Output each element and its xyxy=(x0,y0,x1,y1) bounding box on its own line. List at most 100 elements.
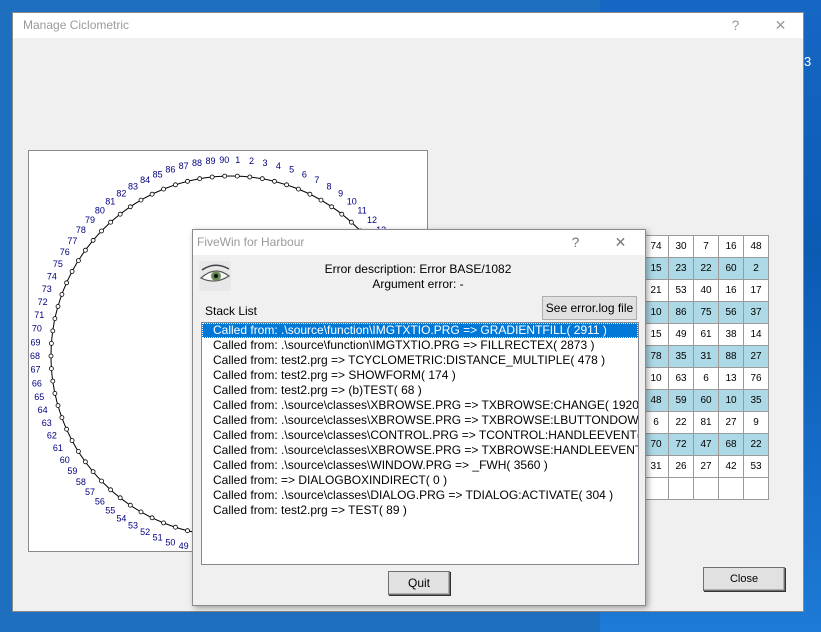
grid-cell[interactable]: 31 xyxy=(693,345,719,368)
grid-cell[interactable] xyxy=(718,477,744,500)
stack-list-item[interactable]: Called from: .\source\classes\XBROWSE.PR… xyxy=(202,443,638,458)
wheel-point xyxy=(222,173,228,179)
grid-cell[interactable]: 72 xyxy=(668,433,694,456)
grid-cell[interactable] xyxy=(743,477,769,500)
grid-row[interactable]: 21 53 40 16 17 xyxy=(643,279,769,302)
grid-row[interactable]: 10 63 6 13 76 xyxy=(643,367,769,390)
grid-cell[interactable]: 35 xyxy=(668,345,694,368)
grid-cell[interactable]: 48 xyxy=(743,235,769,258)
grid-cell[interactable]: 81 xyxy=(693,411,719,434)
grid-cell[interactable]: 38 xyxy=(718,323,744,346)
grid-cell[interactable]: 9 xyxy=(743,411,769,434)
stack-list-item[interactable]: Called from: => DIALOGBOXINDIRECT( 0 ) xyxy=(202,473,638,488)
grid-cell[interactable]: 40 xyxy=(693,279,719,302)
grid-cell[interactable]: 42 xyxy=(718,455,744,478)
grid-row[interactable]: 78 35 31 88 27 xyxy=(643,345,769,368)
wheel-point xyxy=(108,219,113,225)
grid-cell[interactable]: 6 xyxy=(693,367,719,390)
grid-cell[interactable]: 75 xyxy=(693,301,719,324)
grid-row[interactable]: 15 23 22 60 2 xyxy=(643,257,769,280)
wheel-number-label: 49 xyxy=(179,541,189,551)
grid-cell[interactable]: 88 xyxy=(718,345,744,368)
grid-row[interactable]: 10 86 75 56 37 xyxy=(643,301,769,324)
grid-cell[interactable]: 35 xyxy=(743,389,769,412)
stack-list-item[interactable]: Called from: .\source\classes\CONTROL.PR… xyxy=(202,428,638,443)
grid-cell[interactable]: 15 xyxy=(643,257,669,280)
grid-row[interactable]: 6 22 81 27 9 xyxy=(643,411,769,434)
stack-list-item[interactable]: Called from: .\source\function\IMGTXTIO.… xyxy=(202,338,638,353)
grid-cell[interactable]: 22 xyxy=(693,257,719,280)
grid-cell[interactable]: 2 xyxy=(743,257,769,280)
grid-cell[interactable]: 59 xyxy=(668,389,694,412)
grid-cell[interactable]: 68 xyxy=(718,433,744,456)
stack-list-item[interactable]: Called from: .\source\classes\XBROWSE.PR… xyxy=(202,413,638,428)
grid-cell[interactable]: 17 xyxy=(743,279,769,302)
stack-listbox[interactable]: Called from: .\source\function\IMGTXTIO.… xyxy=(201,322,639,565)
grid-cell[interactable]: 37 xyxy=(743,301,769,324)
grid-row[interactable]: 48 59 60 10 35 xyxy=(643,389,769,412)
grid-cell[interactable]: 10 xyxy=(643,367,669,390)
grid-cell[interactable]: 56 xyxy=(718,301,744,324)
grid-cell[interactable]: 15 xyxy=(643,323,669,346)
grid-cell[interactable]: 16 xyxy=(718,235,744,258)
grid-row[interactable] xyxy=(643,477,769,500)
grid-cell[interactable]: 10 xyxy=(643,301,669,324)
grid-cell[interactable]: 53 xyxy=(743,455,769,478)
wheel-point xyxy=(329,204,335,210)
grid-cell[interactable] xyxy=(643,477,669,500)
close-button[interactable]: Close xyxy=(703,567,785,591)
see-error-log-button[interactable]: See error.log file xyxy=(542,296,637,320)
grid-cell[interactable]: 21 xyxy=(643,279,669,302)
grid-cell[interactable]: 78 xyxy=(643,345,669,368)
grid-cell[interactable]: 27 xyxy=(693,455,719,478)
grid-cell[interactable]: 31 xyxy=(643,455,669,478)
grid-cell[interactable]: 60 xyxy=(718,257,744,280)
grid-cell[interactable]: 23 xyxy=(668,257,694,280)
stack-list-item[interactable]: Called from: test2.prg => TEST( 89 ) xyxy=(202,503,638,518)
grid-cell[interactable]: 13 xyxy=(718,367,744,390)
grid-cell[interactable]: 49 xyxy=(668,323,694,346)
main-help-button[interactable]: ? xyxy=(713,13,758,38)
grid-cell[interactable]: 30 xyxy=(668,235,694,258)
grid-cell[interactable]: 6 xyxy=(643,411,669,434)
stack-list-item[interactable]: Called from: .\source\classes\WINDOW.PRG… xyxy=(202,458,638,473)
stack-list-item[interactable]: Called from: test2.prg => (b)TEST( 68 ) xyxy=(202,383,638,398)
main-close-icon[interactable]: ✕ xyxy=(758,13,803,38)
wheel-point xyxy=(48,366,54,372)
grid-cell[interactable] xyxy=(668,477,694,500)
wheel-number-label: 53 xyxy=(128,521,138,531)
grid-cell[interactable]: 76 xyxy=(743,367,769,390)
grid-cell[interactable]: 63 xyxy=(668,367,694,390)
grid-cell[interactable]: 61 xyxy=(693,323,719,346)
grid-row[interactable]: 15 49 61 38 14 xyxy=(643,323,769,346)
grid-cell[interactable]: 27 xyxy=(718,411,744,434)
grid-cell[interactable]: 27 xyxy=(743,345,769,368)
grid-cell[interactable] xyxy=(693,477,719,500)
grid-cell[interactable]: 74 xyxy=(643,235,669,258)
grid-cell[interactable]: 10 xyxy=(718,389,744,412)
grid-cell[interactable]: 22 xyxy=(743,433,769,456)
grid-row[interactable]: 74 30 7 16 48 xyxy=(643,235,769,258)
grid-cell[interactable]: 47 xyxy=(693,433,719,456)
quit-button[interactable]: Quit xyxy=(388,571,450,595)
grid-row[interactable]: 31 26 27 42 53 xyxy=(643,455,769,478)
numbers-grid[interactable]: 74 30 7 16 48 15 23 22 60 2 21 53 40 16 17 10 86 75 56 37 15… xyxy=(643,235,769,500)
grid-cell[interactable]: 86 xyxy=(668,301,694,324)
grid-cell[interactable]: 7 xyxy=(693,235,719,258)
stack-list-item[interactable]: Called from: .\source\classes\DIALOG.PRG… xyxy=(202,488,638,503)
error-help-button[interactable]: ? xyxy=(553,230,598,255)
stack-list-item[interactable]: Called from: .\source\classes\XBROWSE.PR… xyxy=(202,398,638,413)
grid-cell[interactable]: 16 xyxy=(718,279,744,302)
stack-list-item[interactable]: Called from: .\source\function\IMGTXTIO.… xyxy=(202,323,638,338)
grid-cell[interactable]: 26 xyxy=(668,455,694,478)
grid-cell[interactable]: 53 xyxy=(668,279,694,302)
grid-cell[interactable]: 22 xyxy=(668,411,694,434)
grid-cell[interactable]: 70 xyxy=(643,433,669,456)
grid-cell[interactable]: 48 xyxy=(643,389,669,412)
grid-cell[interactable]: 14 xyxy=(743,323,769,346)
stack-list-item[interactable]: Called from: test2.prg => TCYCLOMETRIC:D… xyxy=(202,353,638,368)
grid-row[interactable]: 70 72 47 68 22 xyxy=(643,433,769,456)
grid-cell[interactable]: 60 xyxy=(693,389,719,412)
stack-list-item[interactable]: Called from: test2.prg => SHOWFORM( 174 … xyxy=(202,368,638,383)
error-close-icon[interactable]: ✕ xyxy=(598,230,643,255)
